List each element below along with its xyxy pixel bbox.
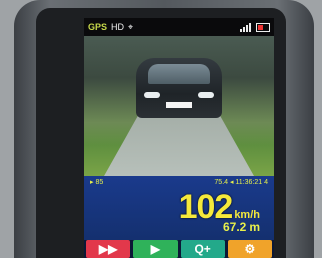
headlight-right (198, 92, 214, 98)
play-button[interactable]: ▶ (133, 240, 178, 258)
car-windshield (148, 64, 210, 84)
fast-forward-button[interactable]: ▶▶ (86, 240, 131, 258)
zoom-in-button[interactable]: Q+ (180, 240, 225, 258)
headlight-left (144, 92, 160, 98)
status-operator: GPS (88, 22, 108, 32)
signal-icon (240, 22, 252, 32)
distance-readout: 67.2 m (223, 220, 260, 234)
info-line: ▸ 85 75.4 ◂ 11:36:21 4 (90, 178, 268, 186)
settings-icon: ⚙ (244, 242, 256, 256)
battery-icon (256, 22, 270, 32)
settings-button[interactable]: ⚙ (227, 240, 272, 258)
status-badge: HD (111, 22, 125, 32)
distance-unit: m (249, 220, 260, 234)
camera-feed (84, 36, 274, 176)
gps-icon: ⌖ (128, 21, 134, 32)
play-icon: ▶ (150, 242, 160, 256)
button-bar: ▶▶ ▶ Q+ ⚙ (84, 240, 274, 258)
zoom-in-icon: Q+ (194, 242, 211, 256)
distance-value: 67.2 (222, 220, 247, 234)
info-left: ▸ 85 (90, 179, 104, 186)
measurement-panel: ▸ 85 75.4 ◂ 11:36:21 4 102 km/h 67.2 m (84, 176, 274, 240)
status-bar: GPS HD ⌖ (84, 18, 274, 36)
fast-forward-icon: ▶▶ (98, 242, 118, 256)
device-screen: GPS HD ⌖ ▸ 85 75.4 ◂ 11:36:21 4 102 km/h… (84, 18, 274, 258)
info-middle: 75.4 ◂ 11:36:21 4 (214, 179, 268, 186)
license-plate (166, 102, 192, 108)
